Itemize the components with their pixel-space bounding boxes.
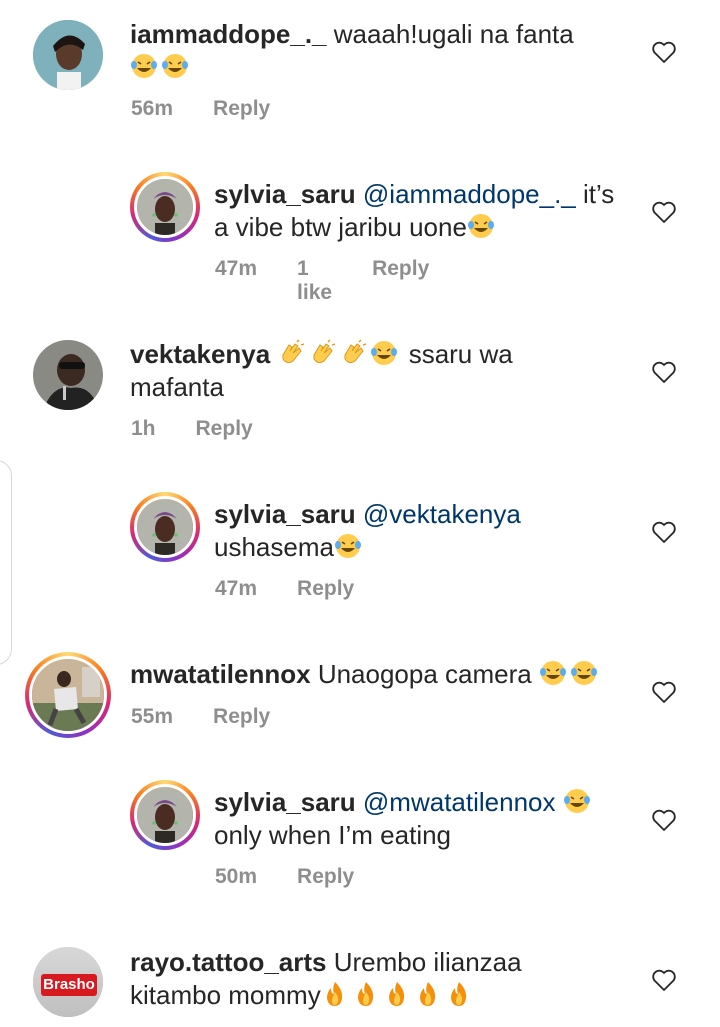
comment-body: waaah!ugali na fanta bbox=[326, 19, 574, 49]
avatar-photo-icon bbox=[137, 179, 193, 235]
laugh-cry-emoji bbox=[563, 789, 590, 813]
comment-meta: 50m Reply bbox=[215, 865, 354, 889]
comment-text: mwatatilennox Unaogopa camera bbox=[130, 658, 630, 691]
reply-button[interactable]: Reply bbox=[297, 865, 354, 889]
avatar[interactable] bbox=[130, 492, 200, 562]
reply-button[interactable]: Reply bbox=[213, 97, 270, 121]
comment-meta: 56m Reply bbox=[131, 97, 270, 121]
comment-timestamp: 56m bbox=[131, 97, 174, 120]
avatar-photo-icon bbox=[137, 787, 193, 843]
heart-outline-icon[interactable] bbox=[651, 680, 677, 704]
comment-body-line2: kitambo mommy bbox=[130, 980, 321, 1010]
avatar-photo-icon bbox=[33, 340, 103, 410]
comment-body-line2: mafanta bbox=[130, 372, 224, 402]
comment-body-line2: ushasema bbox=[214, 532, 334, 562]
avatar[interactable] bbox=[33, 20, 103, 90]
comment-text: sylvia_saru @iammaddope_._ it’s a vibe b… bbox=[214, 178, 714, 244]
avatar-photo bbox=[29, 656, 107, 734]
comment-body-line2: only when I’m eating bbox=[214, 820, 452, 850]
heart-outline-icon[interactable] bbox=[651, 808, 677, 832]
fire-emoji bbox=[388, 982, 404, 1006]
comment-meta: 47m 1 like Reply bbox=[215, 257, 429, 305]
comment-meta: 47m Reply bbox=[215, 577, 354, 601]
heart-outline-icon[interactable] bbox=[651, 200, 677, 224]
comment-timestamp: 50m bbox=[215, 865, 258, 888]
mention-link[interactable]: @iammaddope_._ bbox=[363, 179, 576, 209]
fire-emoji bbox=[419, 982, 435, 1006]
heart-outline-icon[interactable] bbox=[651, 40, 677, 64]
comment-text: iammaddope_._ waaah!ugali na fanta bbox=[130, 18, 630, 84]
comment-body-line2: a vibe btw jaribu uone bbox=[214, 212, 467, 242]
comment-text: vektakenya ssaru wa mafanta bbox=[130, 338, 630, 404]
comment-timestamp: 47m bbox=[215, 577, 258, 600]
comment-username[interactable]: sylvia_saru bbox=[214, 499, 356, 529]
comments-screen: iammaddope_._ waaah!ugali na fanta 56m R… bbox=[0, 0, 720, 1027]
comment-body: it’s bbox=[575, 179, 615, 209]
likes-count[interactable]: 1 like bbox=[297, 257, 332, 305]
avatar-photo-icon bbox=[137, 499, 193, 555]
fire-emoji bbox=[326, 982, 342, 1006]
brand-logo: Brasho bbox=[41, 974, 97, 996]
mention-link[interactable]: @vektakenya bbox=[363, 499, 521, 529]
avatar[interactable] bbox=[130, 780, 200, 850]
clap-emoji bbox=[282, 339, 305, 364]
laugh-cry-emoji bbox=[334, 534, 361, 558]
avatar[interactable] bbox=[25, 652, 111, 738]
laugh-cry-emoji bbox=[371, 341, 398, 365]
laugh-cry-emoji bbox=[539, 661, 566, 685]
comment-username[interactable]: sylvia_saru bbox=[214, 179, 356, 209]
heart-outline-icon[interactable] bbox=[651, 968, 677, 992]
avatar[interactable] bbox=[130, 172, 200, 242]
comment-body: Unaogopa camera bbox=[310, 659, 539, 689]
avatar[interactable] bbox=[33, 340, 103, 410]
comment-username[interactable]: vektakenya bbox=[130, 339, 270, 369]
heart-outline-icon[interactable] bbox=[651, 520, 677, 544]
comment-username[interactable]: rayo.tattoo_arts bbox=[130, 947, 327, 977]
comment-body: Urembo ilianzaa bbox=[326, 947, 522, 977]
laugh-cry-emoji bbox=[570, 661, 597, 685]
comment-meta: 55m Reply bbox=[131, 705, 270, 729]
comment-username[interactable]: iammaddope_._ bbox=[130, 19, 327, 49]
avatar[interactable]: Brasho bbox=[33, 947, 103, 1017]
laugh-cry-emoji bbox=[162, 54, 188, 78]
clap-emoji bbox=[313, 339, 336, 364]
side-panel-edge bbox=[0, 460, 12, 665]
avatar-photo bbox=[134, 496, 196, 558]
comment-text: rayo.tattoo_arts Urembo ilianzaa kitambo… bbox=[130, 946, 630, 1012]
clap-emoji bbox=[344, 339, 367, 364]
comment-text: sylvia_saru @mwatatilennox only when I’m… bbox=[214, 786, 714, 852]
avatar-photo-icon bbox=[33, 20, 103, 90]
laugh-cry-emoji bbox=[467, 214, 494, 238]
fire-emoji bbox=[450, 982, 466, 1006]
reply-button[interactable]: Reply bbox=[196, 417, 253, 441]
comment-timestamp: 55m bbox=[131, 705, 174, 728]
reply-button[interactable]: Reply bbox=[372, 257, 429, 305]
comment-text: sylvia_saru @vektakenya ushasema bbox=[214, 498, 714, 564]
fire-emoji bbox=[357, 982, 373, 1006]
comment-timestamp: 47m bbox=[215, 257, 258, 280]
heart-outline-icon[interactable] bbox=[651, 360, 677, 384]
comment-meta: 1h Reply bbox=[131, 417, 253, 441]
avatar-photo bbox=[134, 784, 196, 846]
comment-body: ssaru wa bbox=[401, 339, 513, 369]
avatar-photo-icon bbox=[32, 659, 104, 731]
reply-button[interactable]: Reply bbox=[213, 705, 270, 729]
comment-timestamp: 1h bbox=[131, 417, 156, 440]
avatar-photo bbox=[134, 176, 196, 238]
laugh-cry-emoji bbox=[131, 54, 157, 78]
reply-button[interactable]: Reply bbox=[297, 577, 354, 601]
mention-link[interactable]: @mwatatilennox bbox=[363, 787, 556, 817]
comment-username[interactable]: sylvia_saru bbox=[214, 787, 356, 817]
comment-username[interactable]: mwatatilennox bbox=[130, 659, 311, 689]
